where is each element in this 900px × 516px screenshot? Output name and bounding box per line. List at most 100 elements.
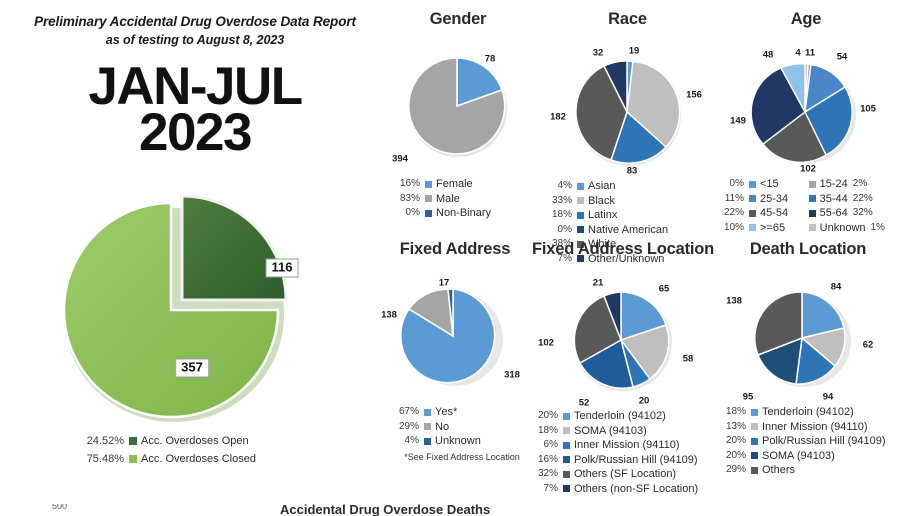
legend-percent: 75.48% — [86, 453, 124, 465]
chart-title: Race — [608, 10, 647, 28]
legend-color-swatch — [129, 455, 137, 463]
slice-value-label: 116 — [265, 258, 299, 278]
legend-percent: 7% — [543, 482, 558, 494]
legend-color-swatch — [749, 209, 756, 217]
chart-fixed-address: Fixed Address 17 138 318 67% Yes* 29% No… — [375, 240, 535, 462]
slice-value-label: 357 — [175, 358, 209, 378]
report-subtitle-line-1: Preliminary Accidental Drug Overdose Dat… — [34, 14, 356, 29]
legend-percent: 4% — [557, 180, 572, 191]
slice-value-label: 62 — [862, 339, 874, 351]
legend-item: 32% Others (SF Location) — [528, 467, 718, 482]
death-location-pie: 84 62 94 95 138 — [716, 267, 900, 403]
slice-value-label: 19 — [628, 45, 640, 57]
legend-label: Asian — [588, 180, 616, 192]
chart-title: Death Location — [749, 240, 867, 258]
legend-label: Polk/Russian Hill (94109) — [762, 435, 886, 447]
legend-color-swatch — [749, 180, 756, 188]
legend-item: 75.48% Acc. Overdoses Closed — [78, 450, 256, 468]
slice-value-label: 83 — [626, 165, 638, 177]
slice-value-label: 58 — [682, 353, 694, 365]
legend-color-swatch — [425, 195, 432, 203]
slice-value-label: 17 — [438, 277, 450, 289]
legend-item: 18% SOMA (94103) — [528, 424, 718, 439]
legend-percent: 18% — [725, 406, 746, 417]
slice-value-label: 65 — [658, 283, 670, 295]
slice-value-label: 4 — [795, 47, 801, 59]
legend-item: 0% Native American — [542, 223, 715, 238]
death-location-pie-svg — [754, 291, 851, 387]
legend-label: Others — [762, 464, 796, 476]
chart-title: Fixed Address — [399, 240, 511, 258]
legend-item: 6% Inner Mission (94110) — [528, 438, 718, 453]
legend-color-swatch — [751, 466, 758, 474]
legend-color-swatch — [751, 408, 758, 416]
legend-percent: 0% — [557, 223, 572, 235]
legend-percent: 22% — [723, 207, 744, 218]
chart-age: Age 48 4 11 54 105 102 149 0% <15 2% 15-… — [712, 10, 900, 235]
legend-percent: 0% — [405, 207, 420, 218]
legend-label: Tenderloin (94102) — [574, 410, 666, 422]
legend-label: 35-44 — [819, 192, 848, 205]
legend-label: SOMA (94103) — [762, 449, 835, 462]
legend-label: Inner Mission (94110) — [762, 420, 868, 433]
case-status-legend: 24.52% Acc. Overdoses Open 75.48% Acc. O… — [78, 432, 256, 468]
legend-label: >=65 — [760, 221, 786, 234]
legend-color-swatch — [563, 456, 570, 464]
legend-color-swatch — [563, 485, 570, 493]
legend-label: 25-34 — [760, 192, 789, 205]
legend-color-swatch — [129, 437, 137, 445]
legend-percent: 32% — [852, 207, 873, 218]
slice-value-label: 54 — [836, 51, 848, 63]
legend-color-swatch — [751, 423, 758, 431]
legend-color-swatch — [577, 226, 584, 234]
legend-color-swatch — [577, 211, 584, 219]
next-chart-title: Accidental Drug Overdose Deaths — [280, 504, 491, 516]
legend-color-swatch — [577, 182, 584, 190]
chart-gender: Gender 78 394 16% Female 83% Male 0% Non… — [378, 10, 538, 221]
legend-percent: 22% — [852, 192, 873, 204]
legend-color-swatch — [749, 224, 756, 232]
legend-item: 24.52% Acc. Overdoses Open — [78, 432, 256, 450]
slice-value-label: 138 — [726, 295, 742, 307]
legend-item: 20% Tenderloin (94102) — [528, 409, 718, 424]
slice-value-label: 78 — [484, 53, 496, 65]
legend-item: 0% <15 — [714, 177, 792, 192]
legend-item: 83% Male — [390, 192, 538, 207]
legend-label: Tenderloin (94102) — [762, 406, 854, 418]
fixed-address-pie-svg — [399, 288, 503, 386]
gender-pie: 78 394 — [378, 35, 538, 175]
legend-item: 11% 25-34 — [714, 192, 792, 207]
axis-tick-label: 500 — [52, 504, 68, 511]
legend-percent: 6% — [543, 439, 558, 450]
slice-value-label: 21 — [592, 277, 604, 289]
chart-title: Fixed Address Location — [531, 240, 715, 258]
legend-color-swatch — [751, 437, 758, 445]
legend-item: 13% Inner Mission (94110) — [716, 420, 900, 435]
report-subtitle-line-2: as of testing to August 8, 2023 — [105, 33, 285, 47]
slice-value-label: 182 — [550, 111, 566, 123]
legend-percent: 2% — [852, 178, 868, 189]
legend-percent: 13% — [725, 420, 746, 432]
slice-value-label: 156 — [686, 89, 702, 101]
fixed-address-location-pie: 21 65 58 20 52 102 — [528, 267, 718, 409]
legend-color-swatch — [808, 195, 816, 203]
legend-color-swatch — [425, 180, 432, 188]
bottom-cutoff-region: 500 Accidental Drug Overdose Deaths — [0, 504, 900, 516]
legend-color-swatch — [563, 427, 570, 435]
legend-percent: 16% — [537, 453, 558, 465]
slice-value-label: 48 — [762, 49, 774, 61]
chart-title: Age — [790, 10, 822, 28]
legend-percent: 24.52% — [86, 435, 124, 447]
legend-percent: 4% — [404, 435, 419, 446]
report-header: Preliminary Accidental Drug Overdose Dat… — [0, 12, 390, 159]
legend-color-swatch — [424, 423, 431, 431]
legend-percent: 67% — [398, 406, 419, 417]
slice-value-label: 394 — [392, 153, 408, 165]
slice-value-label: 52 — [578, 397, 590, 409]
legend-percent: 11% — [724, 192, 744, 204]
legend-item: 22% 35-44 — [804, 192, 900, 207]
legend-label: Native American — [588, 223, 669, 236]
legend-label: 45-54 — [760, 207, 789, 219]
legend-label: Others (non-SF Location) — [574, 482, 699, 495]
legend-label: <15 — [760, 178, 779, 190]
